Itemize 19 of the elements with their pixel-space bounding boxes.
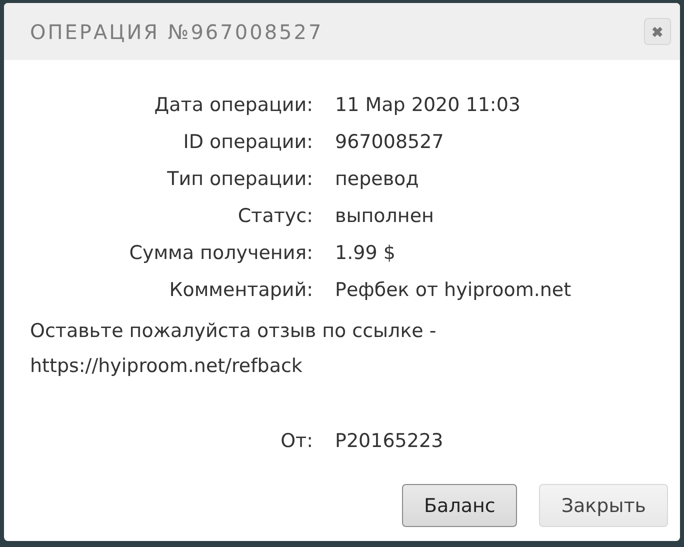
close-button[interactable]: ✖ — [644, 18, 671, 45]
field-value: 1.99 $ — [335, 242, 396, 264]
comment-text: Оставьте пожалуйста отзыв по ссылке - https://hyiproom.net/refback — [30, 319, 438, 379]
field-label: Статус: — [236, 204, 313, 226]
field-value: 11 Мар 2020 11:03 — [335, 94, 522, 116]
field-label: Дата операции: — [153, 94, 313, 116]
field-value: перевод — [335, 168, 420, 190]
field-value: Рефбек от hyiproom.net — [335, 278, 572, 300]
field-label: ID операции: — [182, 130, 313, 152]
field-label: Сумма получения: — [128, 242, 313, 264]
field-label: Комментарий: — [168, 278, 313, 300]
field-label: От: — [280, 430, 313, 452]
field-label: Тип операции: — [166, 168, 313, 190]
field-value: 967008527 — [335, 130, 445, 152]
field-value: выполнен — [335, 204, 435, 226]
dialog-button[interactable]: Баланс — [402, 484, 518, 527]
field-value: P20165223 — [335, 430, 444, 452]
dialog-button[interactable]: Закрыть — [539, 484, 668, 527]
dialog-title: ОПЕРАЦИЯ №967008527 — [30, 20, 324, 44]
